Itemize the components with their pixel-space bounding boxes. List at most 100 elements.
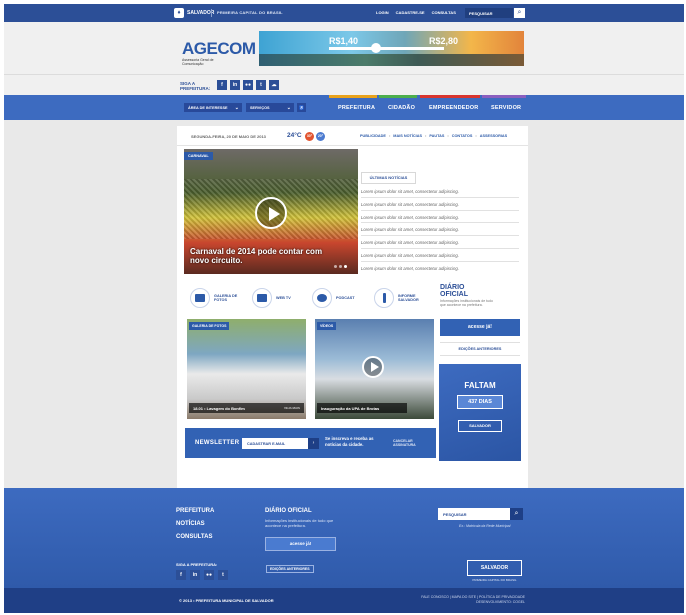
hero-slider[interactable]: CARNAVAL Carnaval de 2014 pode contar co… — [184, 149, 358, 274]
photo-caption-bar: 18.01 • Lavagem do Bonfim VEJA MAIS — [189, 403, 304, 413]
chevron-down-icon: ⌄ — [234, 105, 239, 111]
submit-arrow-icon[interactable]: › — [308, 438, 319, 449]
footer-search-input[interactable]: PESQUISAR — [438, 508, 510, 520]
footer-link-noticias[interactable]: NOTÍCIAS — [176, 521, 205, 527]
consultas-link[interactable]: CONSULTAS — [432, 10, 456, 15]
news-item[interactable]: Lorem ipsum dolor sit amet, consectetur … — [361, 224, 519, 237]
footer-previous-editions[interactable]: EDIÇÕES ANTERIORES — [266, 565, 314, 573]
nav-prefeitura[interactable]: PREFEITURA — [338, 105, 375, 111]
banner-price-1: R$1,40 — [329, 36, 359, 46]
max-temp-badge: 30° — [305, 131, 314, 141]
footer-diario-title: DIÁRIO OFICIAL — [265, 508, 312, 514]
video-caption[interactable]: Inauguração da UPA de Brotas — [321, 406, 379, 411]
min-temp-badge: 20° — [316, 131, 325, 141]
footer-diario-button[interactable]: acesse já! — [265, 537, 336, 551]
podcast-icon — [312, 288, 332, 308]
link-publicidade[interactable]: PUBLICIDADE — [360, 134, 386, 138]
play-icon[interactable] — [362, 356, 384, 378]
info-bar: SEGUNDA-FEIRA, 20 DE MAIO DE 2013 24°C 3… — [177, 126, 528, 146]
shortcut-informe[interactable]: INFORME SALVADOR — [374, 286, 426, 310]
video-tag[interactable]: VÍDEOS — [317, 322, 337, 330]
fare-banner[interactable]: R$1,40 R$2,80 — [259, 31, 524, 66]
flickr-icon[interactable]: ●● — [204, 570, 214, 580]
soundcloud-icon[interactable]: ☁ — [269, 80, 279, 90]
photo-caption[interactable]: 18.01 • Lavagem do Bonfim — [193, 406, 245, 411]
flickr-icon[interactable]: ●● — [243, 80, 253, 90]
top-links: PUBLICIDADE • MAIS NOTÍCIAS • PAUTAS • CONT… — [360, 134, 508, 138]
link-pautas[interactable]: PAUTAS — [429, 134, 444, 138]
servidor-accent — [482, 95, 526, 98]
chevron-down-icon: ⌄ — [286, 105, 291, 111]
salvador-logo: SALVADOR — [458, 420, 502, 432]
footer-salvador-logo[interactable]: SALVADOR — [467, 560, 522, 576]
search-icon[interactable]: ⌕ — [510, 508, 523, 520]
city-crest-icon: ♦ — [174, 8, 184, 18]
slider-dot-active[interactable] — [344, 265, 347, 268]
hero-caption[interactable]: Carnaval de 2014 pode contar com novo ci… — [190, 247, 340, 265]
brand-header: AGECOM Assessoria Geral de Comunicação R… — [4, 22, 684, 74]
signup-link[interactable]: CADASTRE-SE — [396, 10, 425, 15]
newsletter-email-input[interactable]: CADASTRAR E-MAIL — [242, 438, 308, 449]
nav-cidadao[interactable]: CIDADÃO — [388, 105, 415, 111]
video-card[interactable]: VÍDEOS Inauguração da UPA de Brotas — [315, 319, 434, 419]
play-icon[interactable] — [255, 197, 287, 229]
footer: PREFEITURA NOTÍCIAS CONSULTAS DIÁRIO OFI… — [4, 488, 684, 588]
shortcut-row: GALERIA DE FOTOS WEB TV PODCAST INFORME … — [184, 286, 434, 310]
prefeitura-accent — [329, 95, 377, 98]
slider-dot[interactable] — [334, 265, 337, 268]
search-icon[interactable]: ⌕ — [514, 8, 525, 18]
newsletter-bar: NEWSLETTER CADASTRAR E-MAIL › Se inscrev… — [185, 428, 436, 458]
shortcut-podcast[interactable]: PODCAST — [312, 286, 364, 310]
link-contatos[interactable]: CONTATOS — [452, 134, 473, 138]
slider-dot[interactable] — [339, 265, 342, 268]
content-card: SEGUNDA-FEIRA, 20 DE MAIO DE 2013 24°C 3… — [177, 126, 528, 498]
news-item[interactable]: Lorem ipsum dolor sit amet, consectetur … — [361, 250, 519, 262]
youtube-icon[interactable]: in — [190, 570, 200, 580]
twitter-icon[interactable]: t — [218, 570, 228, 580]
divider — [211, 9, 212, 17]
login-link[interactable]: LOGIN — [376, 10, 389, 15]
news-item[interactable]: Lorem ipsum dolor sit amet, consectetur … — [361, 199, 519, 211]
copyright: © 2013 • PREFEITURA MUNICIPAL DE SALVADO… — [179, 598, 274, 603]
footer-link-consultas[interactable]: CONSULTAS — [176, 534, 212, 540]
footer-link-prefeitura[interactable]: PREFEITURA — [176, 508, 214, 514]
nav-servidor[interactable]: SERVIDOR — [491, 105, 521, 111]
accessibility-icon[interactable]: ♿ — [297, 103, 306, 112]
footer-diario-desc: Informações institucionais de tudo que a… — [265, 518, 334, 528]
youtube-icon[interactable]: in — [230, 80, 240, 90]
search-input[interactable]: PESQUISAR — [465, 8, 513, 18]
agecom-subtitle: Assessoria Geral de Comunicação — [182, 58, 214, 66]
facebook-icon[interactable]: f — [176, 570, 186, 580]
shortcut-galeria[interactable]: GALERIA DE FOTOS — [190, 286, 242, 310]
countdown-banner[interactable]: FALTAM 437 DIAS SALVADOR — [439, 364, 521, 461]
follow-label: SIGA A PREFEITURA: — [180, 81, 211, 91]
cidadao-accent — [379, 95, 417, 98]
nav-empreendedor[interactable]: EMPREENDEDOR — [429, 105, 478, 111]
area-interest-dropdown[interactable]: ÁREA DE INTERESSE ⌄ — [184, 103, 242, 112]
news-item[interactable]: Lorem ipsum dolor sit amet, consectetur … — [361, 263, 519, 275]
gallery-tag[interactable]: GALERIA DE FOTOS — [189, 322, 230, 330]
photo-gallery-card[interactable]: GALERIA DE FOTOS 18.01 • Lavagem do Bonf… — [187, 319, 306, 419]
account-links: LOGIN CADASTRE-SE CONSULTAS — [376, 10, 456, 15]
twitter-icon[interactable]: t — [256, 80, 266, 90]
latest-news: ÚLTIMAS NOTÍCIAS Lorem ipsum dolor sit a… — [361, 149, 523, 274]
services-dropdown[interactable]: SERVIÇOS ⌄ — [246, 103, 294, 112]
see-more-link[interactable]: VEJA MAIS — [284, 406, 300, 410]
agecom-logo[interactable]: AGECOM — [182, 39, 256, 59]
shortcut-label: WEB TV — [276, 295, 291, 300]
previous-editions-link[interactable]: EDIÇÕES ANTERIORES — [440, 342, 520, 356]
diario-access-button[interactable]: acesse já! — [440, 319, 520, 336]
news-item[interactable]: Lorem ipsum dolor sit amet, consectetur … — [361, 212, 519, 224]
facebook-icon[interactable]: f — [217, 80, 227, 90]
link-mais-noticias[interactable]: MAIS NOTÍCIAS — [393, 134, 422, 138]
salvador-logo[interactable]: ♦ SALVADOR — [174, 7, 214, 19]
city-skyline — [259, 54, 524, 66]
shortcut-webtv[interactable]: WEB TV — [252, 286, 304, 310]
link-assessorias[interactable]: ASSESSORIAS — [480, 134, 507, 138]
news-item[interactable]: Lorem ipsum dolor sit amet, consectetur … — [361, 186, 519, 198]
hero-category-tag[interactable]: CARNAVAL — [184, 152, 213, 160]
footer-search-hint: Ex.: Matrícula da Rede Municipal — [459, 524, 511, 528]
cancel-subscription-link[interactable]: CANCELAR ASSINATURA — [393, 439, 423, 447]
news-item[interactable]: Lorem ipsum dolor sit amet, consectetur … — [361, 237, 519, 249]
shortcut-label: INFORME SALVADOR — [398, 293, 419, 303]
